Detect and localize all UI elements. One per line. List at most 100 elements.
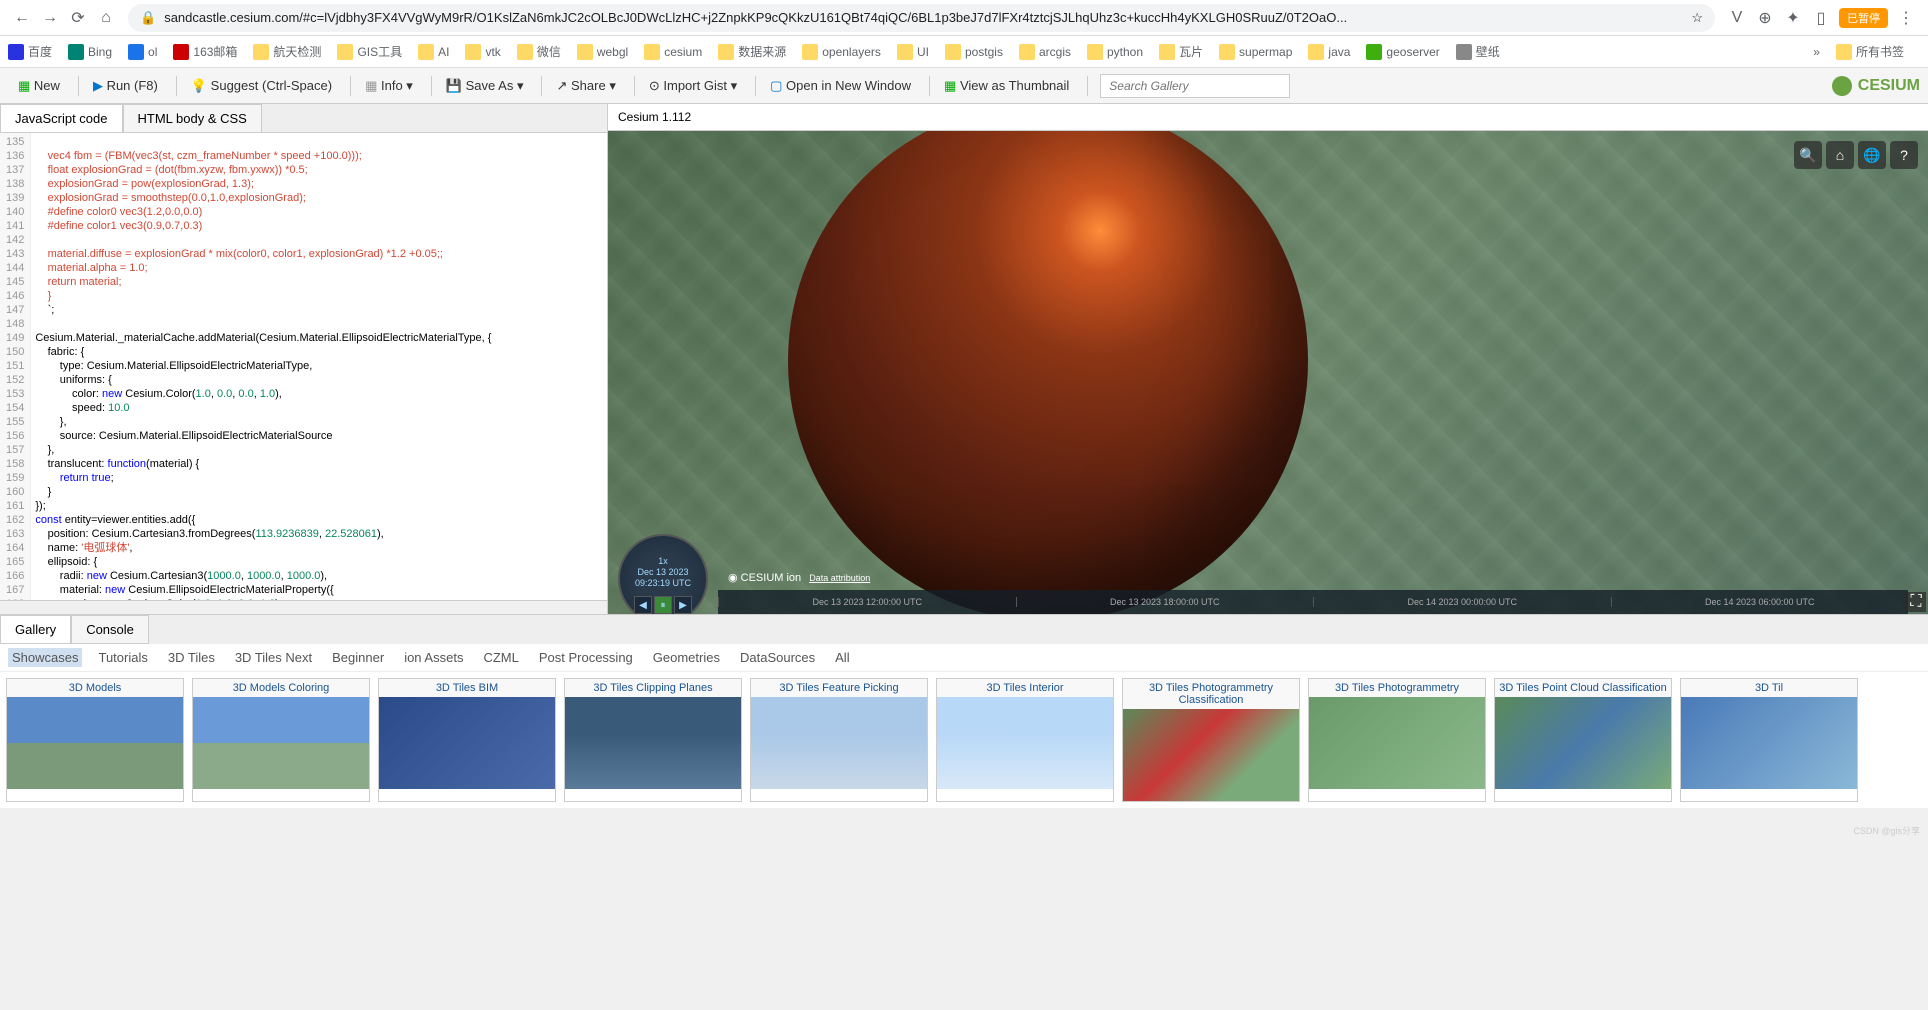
new-button[interactable]: ▦ New xyxy=(8,74,70,98)
category-item[interactable]: Tutorials xyxy=(94,648,151,667)
bookmark-item[interactable]: postgis xyxy=(945,43,1003,60)
all-bookmarks[interactable]: 所有书签 xyxy=(1836,43,1904,60)
bookmark-item[interactable]: webgl xyxy=(577,43,628,60)
forward-button[interactable]: → xyxy=(36,4,64,32)
bookmark-item[interactable]: arcgis xyxy=(1019,43,1071,60)
category-item[interactable]: 3D Tiles Next xyxy=(231,648,316,667)
gallery-item[interactable]: 3D Tiles Clipping Planes xyxy=(564,678,742,802)
home-button[interactable]: ⌂ xyxy=(92,4,120,32)
gallery-item[interactable]: 3D Til xyxy=(1680,678,1858,802)
tab-gallery[interactable]: Gallery xyxy=(0,615,71,644)
timeline-tick: Dec 14 2023 06:00:00 UTC xyxy=(1611,597,1909,607)
gallery-item[interactable]: 3D Tiles Photogrammetry xyxy=(1308,678,1486,802)
bookmark-item[interactable]: supermap xyxy=(1219,43,1292,60)
bookmark-item[interactable]: 壁纸 xyxy=(1456,43,1500,60)
importgist-button[interactable]: ⊙ Import Gist ▾ xyxy=(639,74,747,98)
panel-icon[interactable]: ▯ xyxy=(1809,6,1833,30)
animation-widget[interactable]: 1x Dec 13 2023 09:23:19 UTC ◀ ⏸ ▶ xyxy=(618,534,718,604)
gallery-item[interactable]: 3D Models xyxy=(6,678,184,802)
anim-pause-button[interactable]: ⏸ xyxy=(654,596,672,614)
footer-watermark: CSDN @gis分享 xyxy=(0,822,1928,839)
suggest-button[interactable]: 💡 Suggest (Ctrl-Space) xyxy=(181,74,342,98)
browser-nav-bar: ← → ⟳ ⌂ 🔒 sandcastle.cesium.com/#c=lVjdb… xyxy=(0,0,1928,36)
bookmark-item[interactable]: 航天检测 xyxy=(253,43,321,60)
bookmark-item[interactable]: java xyxy=(1308,43,1350,60)
bookmark-item[interactable]: python xyxy=(1087,43,1143,60)
fullscreen-button[interactable]: ⛶ xyxy=(1906,592,1926,612)
timeline-tick: Dec 13 2023 18:00:00 UTC xyxy=(1016,597,1314,607)
projection-icon[interactable]: 🌐 xyxy=(1858,141,1886,169)
search-gallery-input[interactable] xyxy=(1100,74,1290,98)
translate-icon[interactable]: ⊕ xyxy=(1753,6,1777,30)
category-item[interactable]: Beginner xyxy=(328,648,388,667)
horizontal-scrollbar[interactable] xyxy=(0,600,607,614)
cesium-viewer[interactable]: 🔍 ⌂ 🌐 ? 1x Dec 13 2023 09:23:19 UTC ◀ xyxy=(608,131,1928,614)
star-icon[interactable]: ☆ xyxy=(1691,10,1703,26)
tab-html[interactable]: HTML body & CSS xyxy=(123,104,262,132)
home-icon[interactable]: ⌂ xyxy=(1826,141,1854,169)
category-item[interactable]: CZML xyxy=(479,648,522,667)
category-item[interactable]: DataSources xyxy=(736,648,819,667)
gallery-item[interactable]: 3D Tiles Point Cloud Classification xyxy=(1494,678,1672,802)
gallery-item[interactable]: 3D Models Coloring xyxy=(192,678,370,802)
tab-javascript[interactable]: JavaScript code xyxy=(0,104,123,132)
code-editor[interactable]: 1351361371381391401411421431441451461471… xyxy=(0,133,607,600)
bookmark-item[interactable]: 微信 xyxy=(517,43,561,60)
gallery-item[interactable]: 3D Tiles Photogrammetry Classification xyxy=(1122,678,1300,802)
bookmarks-overflow[interactable]: » xyxy=(1813,45,1820,59)
anim-date: Dec 13 2023 xyxy=(620,567,706,578)
category-item[interactable]: All xyxy=(831,648,853,667)
gallery-strip[interactable]: 3D Models3D Models Coloring3D Tiles BIM3… xyxy=(0,672,1928,808)
bookmark-item[interactable]: 瓦片 xyxy=(1159,43,1203,60)
category-item[interactable]: Geometries xyxy=(649,648,724,667)
gallery-scrollbar[interactable] xyxy=(0,808,1928,822)
info-button[interactable]: ▦ Info ▾ xyxy=(355,74,423,98)
anim-reverse-button[interactable]: ◀ xyxy=(634,596,652,614)
newwindow-button[interactable]: ▢ Open in New Window xyxy=(760,74,921,98)
gallery-item[interactable]: 3D Tiles BIM xyxy=(378,678,556,802)
gallery-item[interactable]: 3D Tiles Feature Picking xyxy=(750,678,928,802)
saveas-button[interactable]: 💾 Save As ▾ xyxy=(436,74,534,98)
anim-forward-button[interactable]: ▶ xyxy=(674,596,692,614)
app-toolbar: ▦ New ▶ Run (F8) 💡 Suggest (Ctrl-Space) … xyxy=(0,68,1928,104)
lock-icon: 🔒 xyxy=(140,10,156,26)
cesium-logo: CESIUM xyxy=(1832,76,1920,96)
category-item[interactable]: 3D Tiles xyxy=(164,648,219,667)
category-item[interactable]: ion Assets xyxy=(400,648,467,667)
category-item[interactable]: Post Processing xyxy=(535,648,637,667)
timeline-bar[interactable]: Dec 13 2023 12:00:00 UTCDec 13 2023 18:0… xyxy=(718,590,1908,614)
thumbnail-button[interactable]: ▦ View as Thumbnail xyxy=(934,74,1079,98)
category-item[interactable]: Showcases xyxy=(8,648,82,667)
bookmark-item[interactable]: AI xyxy=(418,43,449,60)
share-button[interactable]: ↗ Share ▾ xyxy=(546,74,625,98)
pause-badge[interactable]: 已暂停 xyxy=(1839,8,1888,28)
bookmark-item[interactable]: 163邮箱 xyxy=(173,43,237,60)
address-bar[interactable]: 🔒 sandcastle.cesium.com/#c=lVjdbhy3FX4VV… xyxy=(128,4,1715,32)
bookmark-item[interactable]: geoserver xyxy=(1366,43,1439,60)
anim-time: 09:23:19 UTC xyxy=(620,578,706,589)
back-button[interactable]: ← xyxy=(8,4,36,32)
gallery-item[interactable]: 3D Tiles Interior xyxy=(936,678,1114,802)
tab-console[interactable]: Console xyxy=(71,615,149,644)
viewer-title: Cesium 1.112 xyxy=(608,104,1928,131)
help-icon[interactable]: ? xyxy=(1890,141,1918,169)
category-nav: Showcases Tutorials 3D Tiles 3D Tiles Next B… xyxy=(0,644,1928,672)
bookmark-item[interactable]: Bing xyxy=(68,43,112,60)
extensions-icon[interactable]: ✦ xyxy=(1781,6,1805,30)
code-panel: JavaScript code HTML body & CSS 13513613… xyxy=(0,104,608,614)
timeline-tick: Dec 13 2023 12:00:00 UTC xyxy=(718,597,1016,607)
search-icon[interactable]: 🔍 xyxy=(1794,141,1822,169)
v-extension-icon[interactable]: V xyxy=(1725,6,1749,30)
reload-button[interactable]: ⟳ xyxy=(64,4,92,32)
bookmark-item[interactable]: 数据来源 xyxy=(718,43,786,60)
bookmark-item[interactable]: openlayers xyxy=(802,43,881,60)
bookmark-item[interactable]: vtk xyxy=(465,43,500,60)
bookmark-item[interactable]: ol xyxy=(128,43,157,60)
bookmark-item[interactable]: GIS工具 xyxy=(337,43,402,60)
bookmark-item[interactable]: 百度 xyxy=(8,43,52,60)
bookmark-item[interactable]: cesium xyxy=(644,43,702,60)
viewer-panel: Cesium 1.112 🔍 ⌂ 🌐 ? 1x Dec 13 2023 09:2… xyxy=(608,104,1928,614)
bookmark-item[interactable]: UI xyxy=(897,43,929,60)
run-button[interactable]: ▶ Run (F8) xyxy=(83,74,168,98)
menu-icon[interactable]: ⋮ xyxy=(1894,6,1918,30)
